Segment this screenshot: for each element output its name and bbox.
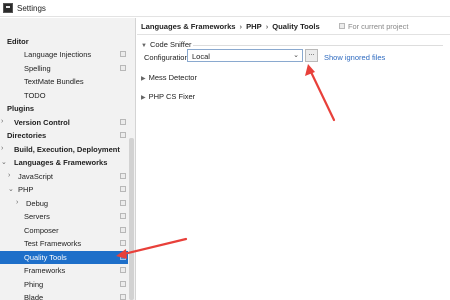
sidebar-item-label: Blade xyxy=(24,293,44,300)
window-titlebar: Settings xyxy=(0,0,450,17)
scope-label: For current project xyxy=(348,22,409,31)
sidebar-item[interactable]: ⌄ PHP xyxy=(0,183,128,196)
configuration-value: Local xyxy=(192,52,210,61)
chevron-down-icon[interactable]: ⌄ xyxy=(8,185,14,193)
chevron-down-icon[interactable]: ⌄ xyxy=(1,158,7,166)
section-code-sniffer[interactable]: ▼ Code Sniffer xyxy=(141,40,443,50)
project-scope-icon xyxy=(120,65,126,71)
project-scope-icon xyxy=(120,51,126,57)
sidebar-item-label: Debug xyxy=(26,199,49,208)
chevron-down-icon: ⌄ xyxy=(293,52,299,59)
configuration-select[interactable]: Local ⌄ xyxy=(187,49,303,62)
window-title: Settings xyxy=(17,4,46,13)
project-scope-icon xyxy=(120,227,126,233)
project-scope-icon xyxy=(120,132,126,138)
sidebar-item[interactable]: Plugins xyxy=(0,102,128,115)
sidebar-item[interactable]: Blade xyxy=(0,291,128,300)
chevron-down-icon: ▼ xyxy=(141,43,147,49)
sidebar-item[interactable]: Quality Tools xyxy=(0,251,128,264)
sidebar-item[interactable]: Directories xyxy=(0,129,128,142)
breadcrumb-item: Languages & Frameworks xyxy=(141,22,236,31)
project-scope-icon xyxy=(120,240,126,246)
settings-content: Languages & Frameworks › PHP › Quality Tools… xyxy=(137,18,450,300)
sidebar-item[interactable]: Language Injections xyxy=(0,48,128,61)
sidebar-item[interactable]: Servers xyxy=(0,210,128,223)
project-scope-icon xyxy=(120,267,126,273)
sidebar-item[interactable]: › Debug xyxy=(0,197,128,210)
chevron-right-icon: ▶ xyxy=(141,76,146,82)
sidebar-item[interactable]: TODO xyxy=(0,89,128,102)
sidebar-item[interactable]: Editor xyxy=(0,35,128,48)
sidebar-item[interactable]: › JavaScript xyxy=(0,170,128,183)
project-scope-icon xyxy=(120,119,126,125)
sidebar-item[interactable]: Phing xyxy=(0,278,128,291)
project-scope-icon xyxy=(120,200,126,206)
section-mess-detector[interactable]: ▶ Mess Detector xyxy=(141,73,197,83)
breadcrumb-bar: Languages & Frameworks › PHP › Quality Tools… xyxy=(137,18,450,35)
sidebar-scrollbar[interactable] xyxy=(129,138,134,300)
sidebar-item-label: Plugins xyxy=(7,104,35,113)
breadcrumb: Languages & Frameworks › PHP › Quality Tools xyxy=(141,22,320,31)
chevron-right-icon[interactable]: › xyxy=(16,199,18,206)
project-scope-icon xyxy=(120,173,126,179)
chevron-right-icon[interactable]: › xyxy=(1,118,3,125)
configuration-label: Configuration: xyxy=(144,53,191,62)
sidebar-item-label: Frameworks xyxy=(24,266,66,275)
project-scope-icon xyxy=(120,294,126,300)
project-scope-icon xyxy=(339,23,345,29)
sidebar-item-label: Composer xyxy=(24,226,59,235)
app-icon xyxy=(3,3,13,13)
sidebar-item-label: JavaScript xyxy=(18,172,54,181)
sidebar-item-label: Directories xyxy=(7,131,47,140)
breadcrumb-item: PHP xyxy=(246,22,262,31)
sidebar-item-label: TODO xyxy=(24,91,46,100)
chevron-right-icon: ▶ xyxy=(141,95,146,101)
sidebar-item[interactable]: Composer xyxy=(0,224,128,237)
section-php-cs-fixer[interactable]: ▶ PHP CS Fixer xyxy=(141,92,195,102)
sidebar-item-label: Build, Execution, Deployment xyxy=(14,145,120,154)
sidebar-item[interactable]: Test Frameworks xyxy=(0,237,128,250)
sidebar-item-label: Test Frameworks xyxy=(24,239,82,248)
project-scope-icon xyxy=(120,213,126,219)
breadcrumb-item: Quality Tools xyxy=(272,22,320,31)
sidebar-item-label: Quality Tools xyxy=(24,253,67,262)
sidebar-item-label: Servers xyxy=(24,212,50,221)
sidebar-item[interactable]: ⌄ Languages & Frameworks xyxy=(0,156,128,169)
project-scope-icon xyxy=(120,281,126,287)
sidebar-item-label: Editor xyxy=(7,37,29,46)
chevron-right-icon[interactable]: › xyxy=(8,172,10,179)
section-title: Mess Detector xyxy=(148,73,197,82)
browse-configuration-button[interactable]: ... xyxy=(305,49,318,62)
section-title: PHP CS Fixer xyxy=(148,92,196,101)
sidebar-item-label: TextMate Bundles xyxy=(24,77,84,86)
sidebar-item-label: Spelling xyxy=(24,64,51,73)
section-title: Code Sniffer xyxy=(149,40,192,49)
sidebar-item[interactable]: Frameworks xyxy=(0,264,128,277)
sidebar-item-label: PHP xyxy=(18,185,34,194)
sidebar-item-label: Phing xyxy=(24,280,44,289)
sidebar-item[interactable]: › Build, Execution, Deployment xyxy=(0,143,128,156)
sidebar-item[interactable]: › Version Control xyxy=(0,116,128,129)
project-scope-icon xyxy=(120,254,126,260)
settings-tree: Editor Language Injections Spelling TextMat… xyxy=(0,18,136,300)
sidebar-item-label: Language Injections xyxy=(24,50,92,59)
breadcrumb-separator: › xyxy=(265,22,269,31)
breadcrumb-separator: › xyxy=(239,22,243,31)
show-ignored-files-link[interactable]: Show ignored files xyxy=(324,53,385,62)
sidebar-item[interactable]: Spelling xyxy=(0,62,128,75)
sidebar-item-label: Version Control xyxy=(14,118,70,127)
chevron-right-icon[interactable]: › xyxy=(1,145,3,152)
sidebar-item-label: Languages & Frameworks xyxy=(14,158,108,167)
project-scope-icon xyxy=(120,186,126,192)
sidebar-item[interactable]: TextMate Bundles xyxy=(0,75,128,88)
